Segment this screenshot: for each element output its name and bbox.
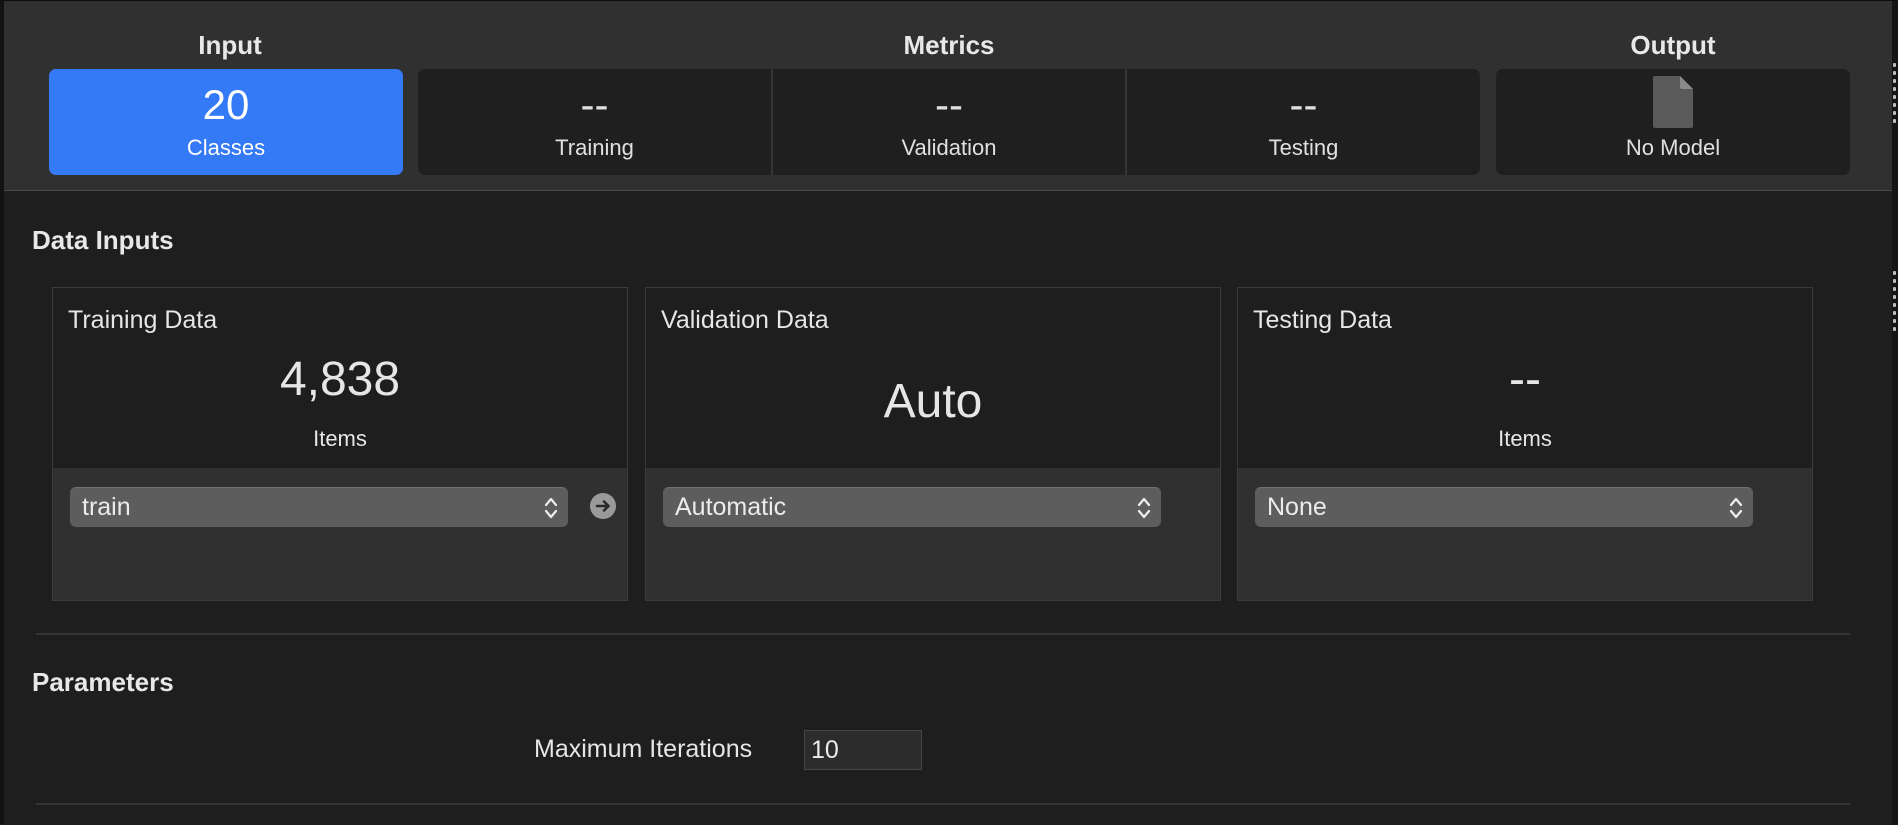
validation-source-value: Automatic bbox=[675, 493, 787, 521]
validation-source-popup[interactable]: Automatic bbox=[663, 487, 1161, 527]
resize-grip bbox=[1893, 287, 1896, 291]
chevron-updown-icon bbox=[1137, 497, 1151, 519]
resize-grip bbox=[1893, 295, 1896, 299]
metrics-group-label: Metrics bbox=[903, 30, 995, 60]
create-ml-window: Input Metrics Output 20 Classes -- Train… bbox=[4, 0, 1898, 825]
max-iterations-field[interactable]: 10 bbox=[804, 730, 922, 770]
validation-metric-label: Validation bbox=[901, 135, 997, 160]
max-iterations-label: Maximum Iterations bbox=[534, 735, 753, 763]
output-tile[interactable]: No Model bbox=[1496, 69, 1850, 175]
resize-grip bbox=[1893, 311, 1896, 315]
resize-grip bbox=[1893, 63, 1896, 67]
validation-data-value: Auto bbox=[883, 375, 983, 428]
resize-grip bbox=[1893, 111, 1896, 115]
section-divider bbox=[36, 633, 1850, 635]
testing-data-controls: None bbox=[1238, 468, 1812, 600]
testing-data-count: -- bbox=[1509, 353, 1541, 406]
training-source-value: train bbox=[82, 493, 131, 521]
input-group-label: Input bbox=[198, 30, 262, 60]
input-tile[interactable]: 20 Classes bbox=[49, 69, 403, 175]
resize-grip bbox=[1893, 327, 1896, 331]
validation-data-title: Validation Data bbox=[661, 306, 829, 334]
resize-grip bbox=[1893, 303, 1896, 307]
training-data-unit: Items bbox=[313, 426, 367, 451]
resize-grip bbox=[1893, 119, 1896, 123]
resize-grip bbox=[1893, 95, 1896, 99]
chevron-updown-icon bbox=[1729, 497, 1743, 519]
resize-grip bbox=[1893, 279, 1896, 283]
classes-label: Classes bbox=[186, 135, 266, 160]
testing-metric-value: -- bbox=[1289, 81, 1318, 128]
resize-grip bbox=[1893, 319, 1896, 323]
training-metric-label: Training bbox=[555, 135, 634, 160]
resize-grip bbox=[1893, 103, 1896, 107]
validation-data-card: Validation Data Auto Automatic bbox=[645, 287, 1221, 601]
testing-source-value: None bbox=[1267, 493, 1327, 521]
window-right-edge bbox=[1892, 1, 1898, 825]
training-data-count: 4,838 bbox=[279, 353, 401, 406]
document-icon bbox=[1653, 76, 1693, 128]
validation-data-controls: Automatic bbox=[646, 468, 1220, 600]
training-data-controls: train bbox=[53, 468, 627, 600]
testing-source-popup[interactable]: None bbox=[1255, 487, 1753, 527]
testing-data-title: Testing Data bbox=[1253, 306, 1392, 334]
section-divider bbox=[36, 803, 1850, 805]
resize-grip bbox=[1893, 71, 1896, 75]
resize-grip bbox=[1893, 271, 1896, 275]
training-data-card: Training Data 4,838 Items train bbox=[52, 287, 628, 601]
resize-grip bbox=[1893, 87, 1896, 91]
validation-metric-tile[interactable]: -- Validation bbox=[773, 69, 1125, 175]
model-status-label: No Model bbox=[1625, 135, 1721, 160]
classes-count: 20 bbox=[202, 81, 250, 128]
training-metric-tile[interactable]: -- Training bbox=[418, 69, 771, 175]
testing-data-unit: Items bbox=[1498, 426, 1552, 451]
resize-grip bbox=[1893, 79, 1896, 83]
metrics-tiles: -- Training -- Validation -- Testing bbox=[418, 69, 1480, 175]
testing-data-card: Testing Data -- Items None bbox=[1237, 287, 1813, 601]
parameters-title: Parameters bbox=[32, 667, 174, 697]
training-data-title: Training Data bbox=[68, 306, 218, 334]
output-group-label: Output bbox=[1630, 30, 1716, 60]
chevron-updown-icon bbox=[544, 497, 558, 519]
training-metric-value: -- bbox=[580, 81, 609, 128]
validation-metric-value: -- bbox=[935, 81, 963, 128]
training-source-popup[interactable]: train bbox=[70, 487, 568, 527]
data-inputs-title: Data Inputs bbox=[32, 225, 174, 255]
testing-metric-label: Testing bbox=[1268, 135, 1339, 160]
summary-bar: Input Metrics Output 20 Classes -- Train… bbox=[4, 1, 1892, 191]
testing-metric-tile[interactable]: -- Testing bbox=[1127, 69, 1480, 175]
arrow-circle-right-icon[interactable] bbox=[589, 492, 617, 520]
